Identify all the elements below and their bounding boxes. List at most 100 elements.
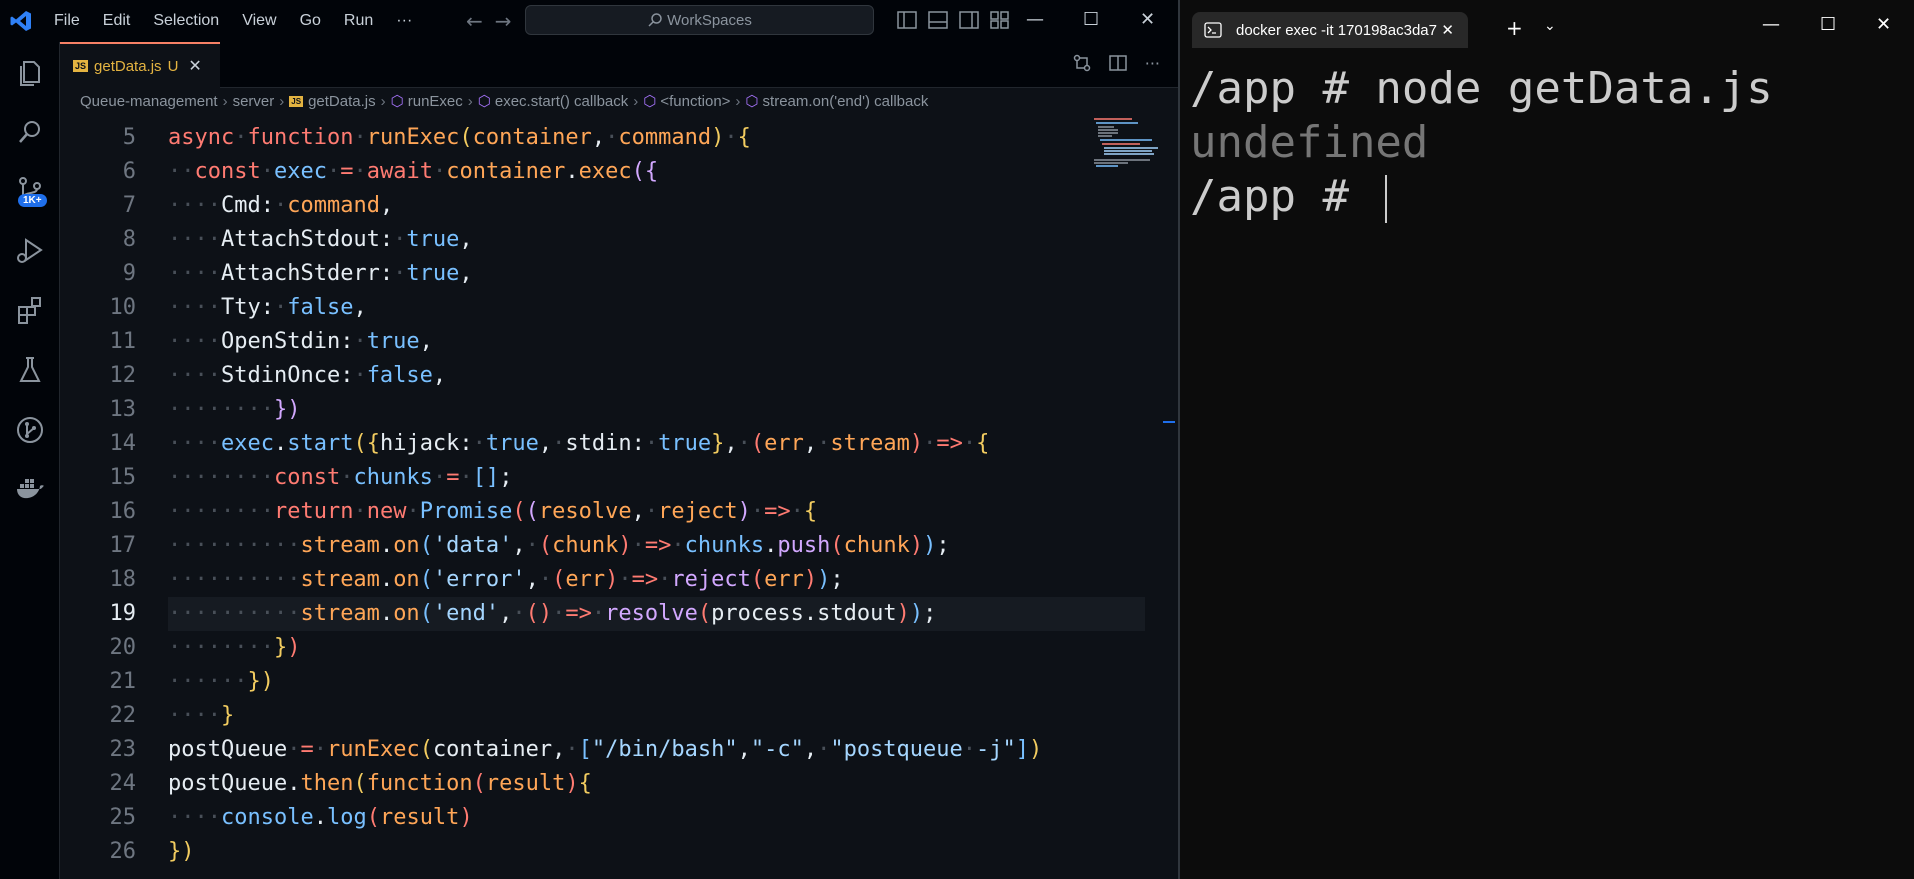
breadcrumb-file[interactable]: getData.js xyxy=(308,93,376,110)
chevron-right-icon: › xyxy=(380,92,386,110)
terminal-tab[interactable]: docker exec -it 170198ac3da7 ✕ xyxy=(1192,12,1468,48)
split-editor-icon[interactable] xyxy=(1108,54,1127,72)
menu-view[interactable]: View xyxy=(242,12,276,30)
tab-close-icon[interactable]: ✕ xyxy=(188,56,201,76)
code-line: 7 ····Cmd:·command, xyxy=(60,189,1100,223)
breadcrumb-symbol-runexec[interactable]: runExec xyxy=(408,93,463,110)
back-arrow-icon[interactable]: ← xyxy=(466,9,495,33)
open-changes-icon[interactable] xyxy=(1073,54,1091,72)
minimize-icon[interactable]: — xyxy=(1762,14,1780,35)
code-line: 22 ····} xyxy=(60,699,1100,733)
more-actions-icon[interactable]: ··· xyxy=(1145,54,1160,73)
new-tab-icon[interactable]: + xyxy=(1506,16,1523,40)
code-line: 24 postQueue.then(function(result){ xyxy=(60,767,1100,801)
terminal-prompt-line: /app # xyxy=(1190,170,1773,224)
code-line: 26}) xyxy=(60,835,1100,869)
line-number: 25 xyxy=(109,805,137,830)
code-text: ········const·chunks·=·[]; xyxy=(168,465,513,490)
terminal-output[interactable]: /app # node getData.js undefined/app # xyxy=(1190,62,1773,224)
vscode-window: File Edit Selection View Go Run ··· ←→ W… xyxy=(0,0,1178,879)
line-number: 26 xyxy=(109,839,137,864)
line-number: 19 xyxy=(109,601,137,626)
testing-icon[interactable] xyxy=(14,354,46,386)
command-center-search[interactable]: WorkSpaces xyxy=(525,5,874,35)
code-line: 25 ····console.log(result) xyxy=(60,801,1100,835)
chevron-right-icon: › xyxy=(735,92,741,110)
code-line: 16 ········return·new·Promise((resolve,·r… xyxy=(60,495,1100,529)
close-icon[interactable]: ✕ xyxy=(1876,14,1891,35)
chevron-right-icon: › xyxy=(279,92,285,110)
code-text: ········return·new·Promise((resolve,·rej… xyxy=(168,499,818,524)
tab-getdata-js[interactable]: JS getData.js U ✕ xyxy=(60,42,220,88)
symbol-method-icon: ⬡ xyxy=(745,93,759,110)
code-text: async·function·runExec(container,·comman… xyxy=(168,125,751,150)
code-text: ··········stream.on('error',·(err)·=>·re… xyxy=(168,567,844,592)
code-text: postQueue·=·runExec(container,·["/bin/ba… xyxy=(168,737,1043,762)
code-text: }) xyxy=(168,839,195,864)
line-number: 13 xyxy=(109,397,137,422)
breadcrumb-symbol-function[interactable]: <function> xyxy=(660,93,730,110)
git-graph-icon[interactable] xyxy=(14,414,46,446)
terminal-prompt: /app # xyxy=(1190,171,1376,222)
line-number: 18 xyxy=(109,567,137,592)
toggle-panel-icon[interactable] xyxy=(928,11,948,29)
line-number: 7 xyxy=(122,193,136,218)
terminal-command-line: /app # node getData.js xyxy=(1190,63,1773,114)
editor-tab-bar: JS getData.js U ✕ ··· xyxy=(60,42,1178,88)
code-text: ··const·exec·=·await·container.exec({ xyxy=(168,159,659,184)
search-icon[interactable] xyxy=(14,116,46,148)
code-text: ······}) xyxy=(168,669,274,694)
explorer-icon[interactable] xyxy=(14,56,46,88)
breadcrumb: Queue-management › server › JS getData.js ›… xyxy=(80,90,928,112)
terminal-cursor xyxy=(1385,175,1388,223)
nav-arrows: ←→ xyxy=(466,9,524,33)
javascript-file-icon: JS xyxy=(289,95,304,107)
toggle-primary-sidebar-icon[interactable] xyxy=(897,11,917,29)
breadcrumb-symbol-exec-start[interactable]: exec.start() callback xyxy=(495,93,628,110)
code-text: ··········stream.on('end',·()·=>·resolve… xyxy=(168,601,937,626)
terminal-window: docker exec -it 170198ac3da7 ✕ + ⌄ — ☐ ✕… xyxy=(1180,0,1914,879)
terminal-tab-title: docker exec -it 170198ac3da7 xyxy=(1236,21,1437,39)
source-control-badge: 1K+ xyxy=(18,194,47,207)
line-number: 17 xyxy=(109,533,137,558)
line-number: 12 xyxy=(109,363,137,388)
code-text: ····} xyxy=(168,703,235,728)
docker-icon[interactable] xyxy=(14,474,46,506)
activity-bar: 1K+ xyxy=(0,42,60,879)
toggle-secondary-sidebar-icon[interactable] xyxy=(959,11,979,29)
close-icon[interactable]: ✕ xyxy=(1140,9,1155,30)
code-line: 12 ····StdinOnce:·false, xyxy=(60,359,1100,393)
customize-layout-icon[interactable] xyxy=(990,11,1010,29)
forward-arrow-icon[interactable]: → xyxy=(495,9,524,33)
tab-label: getData.js xyxy=(94,57,162,75)
extensions-icon[interactable] xyxy=(14,294,46,326)
maximize-icon[interactable]: ☐ xyxy=(1083,9,1099,30)
minimize-icon[interactable]: — xyxy=(1026,9,1044,30)
code-line: 6 ··const·exec·=·await·container.exec({ xyxy=(60,155,1100,189)
title-bar: File Edit Selection View Go Run ··· ←→ W… xyxy=(0,0,1178,42)
run-debug-icon[interactable] xyxy=(14,234,46,266)
chevron-down-icon[interactable]: ⌄ xyxy=(1544,18,1556,34)
breadcrumb-folder-server[interactable]: server xyxy=(233,93,275,110)
menu-selection[interactable]: Selection xyxy=(153,12,219,30)
code-text: ········}) xyxy=(168,635,301,660)
minimap[interactable] xyxy=(1092,116,1162,168)
code-line: 5 async·function·runExec(container,·comma… xyxy=(60,121,1100,155)
terminal-tab-close-icon[interactable]: ✕ xyxy=(1441,21,1454,39)
menu-run[interactable]: Run xyxy=(344,12,373,30)
code-editor[interactable]: 5 async·function·runExec(container,·comma… xyxy=(60,121,1145,879)
menu-more[interactable]: ··· xyxy=(396,12,412,30)
breadcrumb-symbol-stream-end[interactable]: stream.on('end') callback xyxy=(763,93,929,110)
line-number: 15 xyxy=(109,465,137,490)
menu-file[interactable]: File xyxy=(54,12,80,30)
javascript-file-icon: JS xyxy=(73,60,89,72)
menu-go[interactable]: Go xyxy=(300,12,321,30)
menu-edit[interactable]: Edit xyxy=(103,12,131,30)
line-number: 9 xyxy=(122,261,136,286)
line-number: 23 xyxy=(109,737,137,762)
maximize-icon[interactable]: ☐ xyxy=(1820,14,1836,35)
symbol-function-icon: ⬡ xyxy=(643,93,657,110)
search-icon xyxy=(648,13,662,27)
breadcrumb-folder-root[interactable]: Queue-management xyxy=(80,93,218,110)
code-text: ····exec.start({hijack:·true,·stdin:·tru… xyxy=(168,431,990,456)
